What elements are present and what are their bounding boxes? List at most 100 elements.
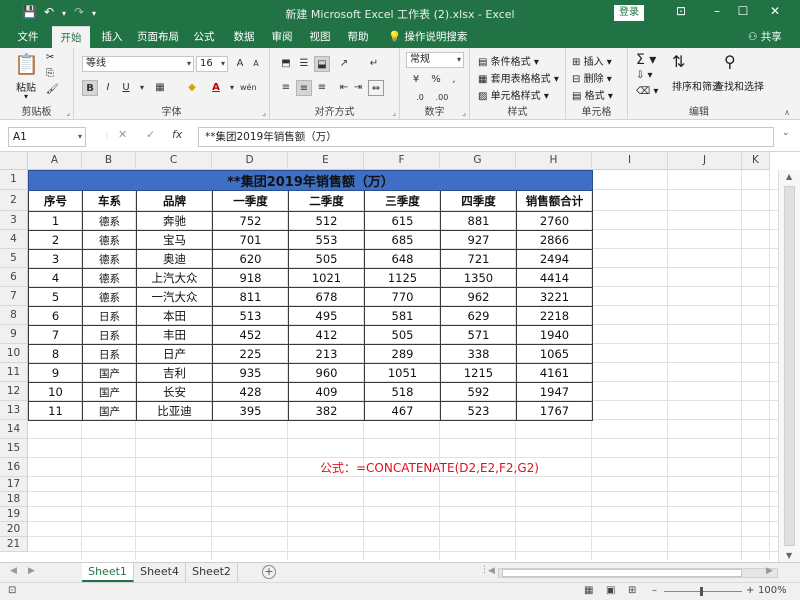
paste-icon[interactable]: 📋 <box>14 52 39 76</box>
clear-icon[interactable]: ⌫ ▾ <box>636 86 658 97</box>
table-cell[interactable]: 1051 <box>364 363 441 383</box>
zoom-level[interactable]: 100% <box>758 585 787 596</box>
align-top-icon[interactable]: ⬒ <box>278 56 294 72</box>
row-header-15[interactable]: 15 <box>0 439 28 458</box>
tab-data[interactable]: 数据 <box>226 26 262 48</box>
table-cell[interactable]: 721 <box>440 249 517 269</box>
table-cell[interactable]: 213 <box>288 344 365 364</box>
normal-view-icon[interactable]: ▦ <box>584 585 593 596</box>
underline-dropdown-icon[interactable]: ▾ <box>134 80 150 96</box>
borders-icon[interactable]: ▦ <box>152 80 168 96</box>
worksheet-grid[interactable]: ABCDEFGHIJK 1 2 3 4 5 6 7 8 9 10 11 12 13 14 15 16 17 18 1… <box>0 152 800 562</box>
horizontal-scroll-thumb[interactable] <box>502 569 742 577</box>
table-cell[interactable]: 571 <box>440 325 517 345</box>
delete-cells-button[interactable]: ⊟ 删除 ▾ <box>572 70 612 85</box>
table-cell[interactable]: 奔驰 <box>136 211 213 231</box>
table-cell[interactable]: 1350 <box>440 268 517 288</box>
zoom-slider[interactable] <box>664 591 742 592</box>
sheet-tab-sheet2[interactable]: Sheet2 <box>186 563 238 582</box>
table-cell[interactable]: 811 <box>212 287 289 307</box>
table-cell[interactable]: 国产 <box>82 401 137 421</box>
table-cell[interactable]: 685 <box>364 230 441 250</box>
table-cell[interactable]: 长安 <box>136 382 213 402</box>
percent-button[interactable]: % <box>428 72 444 88</box>
number-launcher-icon[interactable]: ⌟ <box>462 108 466 117</box>
table-cell[interactable]: 881 <box>440 211 517 231</box>
format-as-table-button[interactable]: ▦ 套用表格格式 ▾ <box>478 70 559 85</box>
row-header-3[interactable]: 3 <box>0 211 28 230</box>
prev-sheet-icon[interactable]: ◀ <box>10 566 17 576</box>
table-cell[interactable]: 比亚迪 <box>136 401 213 421</box>
table-cell[interactable]: 国产 <box>82 382 137 402</box>
page-break-view-icon[interactable]: ⊞ <box>628 585 636 596</box>
underline-button[interactable]: U <box>118 80 134 96</box>
table-cell[interactable]: 德系 <box>82 249 137 269</box>
column-heading[interactable]: 三季度 <box>364 190 441 212</box>
column-header-b[interactable]: B <box>82 152 136 170</box>
font-size-select[interactable]: 16 ▾ <box>196 56 228 72</box>
scroll-down-icon[interactable]: ▼ <box>786 551 792 560</box>
table-cell[interactable]: 289 <box>364 344 441 364</box>
sort-filter-icon[interactable]: ⇅ <box>672 52 685 71</box>
table-cell[interactable]: 日系 <box>82 325 137 345</box>
tab-insert[interactable]: 插入 <box>94 26 130 48</box>
format-painter-icon[interactable]: 🖌 <box>46 84 59 95</box>
column-header-e[interactable]: E <box>288 152 364 170</box>
table-title[interactable]: **集团2019年销售额（万） <box>28 170 593 191</box>
font-launcher-icon[interactable]: ⌟ <box>262 108 266 117</box>
table-cell[interactable]: 1767 <box>516 401 593 421</box>
table-cell[interactable]: 467 <box>364 401 441 421</box>
column-header-h[interactable]: H <box>516 152 592 170</box>
table-cell[interactable]: 德系 <box>82 211 137 231</box>
column-heading[interactable]: 销售额合计 <box>516 190 593 212</box>
collapse-ribbon-icon[interactable]: ∧ <box>784 108 790 117</box>
table-cell[interactable]: 1947 <box>516 382 593 402</box>
row-header-8[interactable]: 8 <box>0 306 28 325</box>
row-header-1[interactable]: 1 <box>0 170 28 190</box>
fill-color-icon[interactable]: ◆ <box>184 80 200 96</box>
cut-icon[interactable]: ✂ <box>46 52 54 63</box>
paste-dropdown-icon[interactable]: ▾ <box>24 92 28 101</box>
align-center-icon[interactable]: ≡ <box>296 80 312 96</box>
name-box[interactable]: A1 ▾ <box>8 127 86 147</box>
align-bottom-icon[interactable]: ⬓ <box>314 56 330 72</box>
table-cell[interactable]: 678 <box>288 287 365 307</box>
row-header-7[interactable]: 7 <box>0 287 28 306</box>
phonetic-icon[interactable]: wén <box>240 80 257 96</box>
zoom-out-button[interactable]: – <box>652 585 657 596</box>
orientation-icon[interactable]: ↗ <box>336 56 352 72</box>
table-cell[interactable]: 德系 <box>82 287 137 307</box>
column-header-a[interactable]: A <box>28 152 82 170</box>
table-cell[interactable]: 德系 <box>82 268 137 288</box>
table-cell[interactable]: 11 <box>28 401 83 421</box>
table-cell[interactable]: 1215 <box>440 363 517 383</box>
table-cell[interactable]: 648 <box>364 249 441 269</box>
row-header-14[interactable]: 14 <box>0 420 28 439</box>
row-header-11[interactable]: 11 <box>0 363 28 382</box>
table-cell[interactable]: 1125 <box>364 268 441 288</box>
table-cell[interactable]: 丰田 <box>136 325 213 345</box>
table-cell[interactable]: 412 <box>288 325 365 345</box>
table-cell[interactable]: 吉利 <box>136 363 213 383</box>
ribbon-display-options-icon[interactable]: ⊡ <box>668 4 694 18</box>
insert-cells-button[interactable]: ⊞ 插入 ▾ <box>572 53 612 68</box>
table-cell[interactable]: 4 <box>28 268 83 288</box>
scroll-left-icon[interactable]: ◀ <box>488 566 495 576</box>
table-cell[interactable]: 523 <box>440 401 517 421</box>
table-cell[interactable]: 505 <box>364 325 441 345</box>
table-cell[interactable]: 6 <box>28 306 83 326</box>
column-heading[interactable]: 二季度 <box>288 190 365 212</box>
font-color-icon[interactable]: A <box>208 80 224 96</box>
tab-review[interactable]: 审阅 <box>264 26 300 48</box>
sheet-tab-sheet4[interactable]: Sheet4 <box>134 563 186 582</box>
tell-me-search[interactable]: 💡 操作说明搜索 <box>388 26 467 48</box>
sheet-tab-sheet1[interactable]: Sheet1 <box>82 563 134 582</box>
column-header-i[interactable]: I <box>592 152 668 170</box>
table-cell[interactable]: 927 <box>440 230 517 250</box>
table-cell[interactable]: 620 <box>212 249 289 269</box>
column-heading[interactable]: 四季度 <box>440 190 517 212</box>
clipboard-launcher-icon[interactable]: ⌟ <box>66 108 70 117</box>
login-button[interactable]: 登录 <box>614 5 644 21</box>
copy-icon[interactable]: ⎘ <box>46 68 54 79</box>
insert-function-icon[interactable]: fx <box>172 128 182 141</box>
